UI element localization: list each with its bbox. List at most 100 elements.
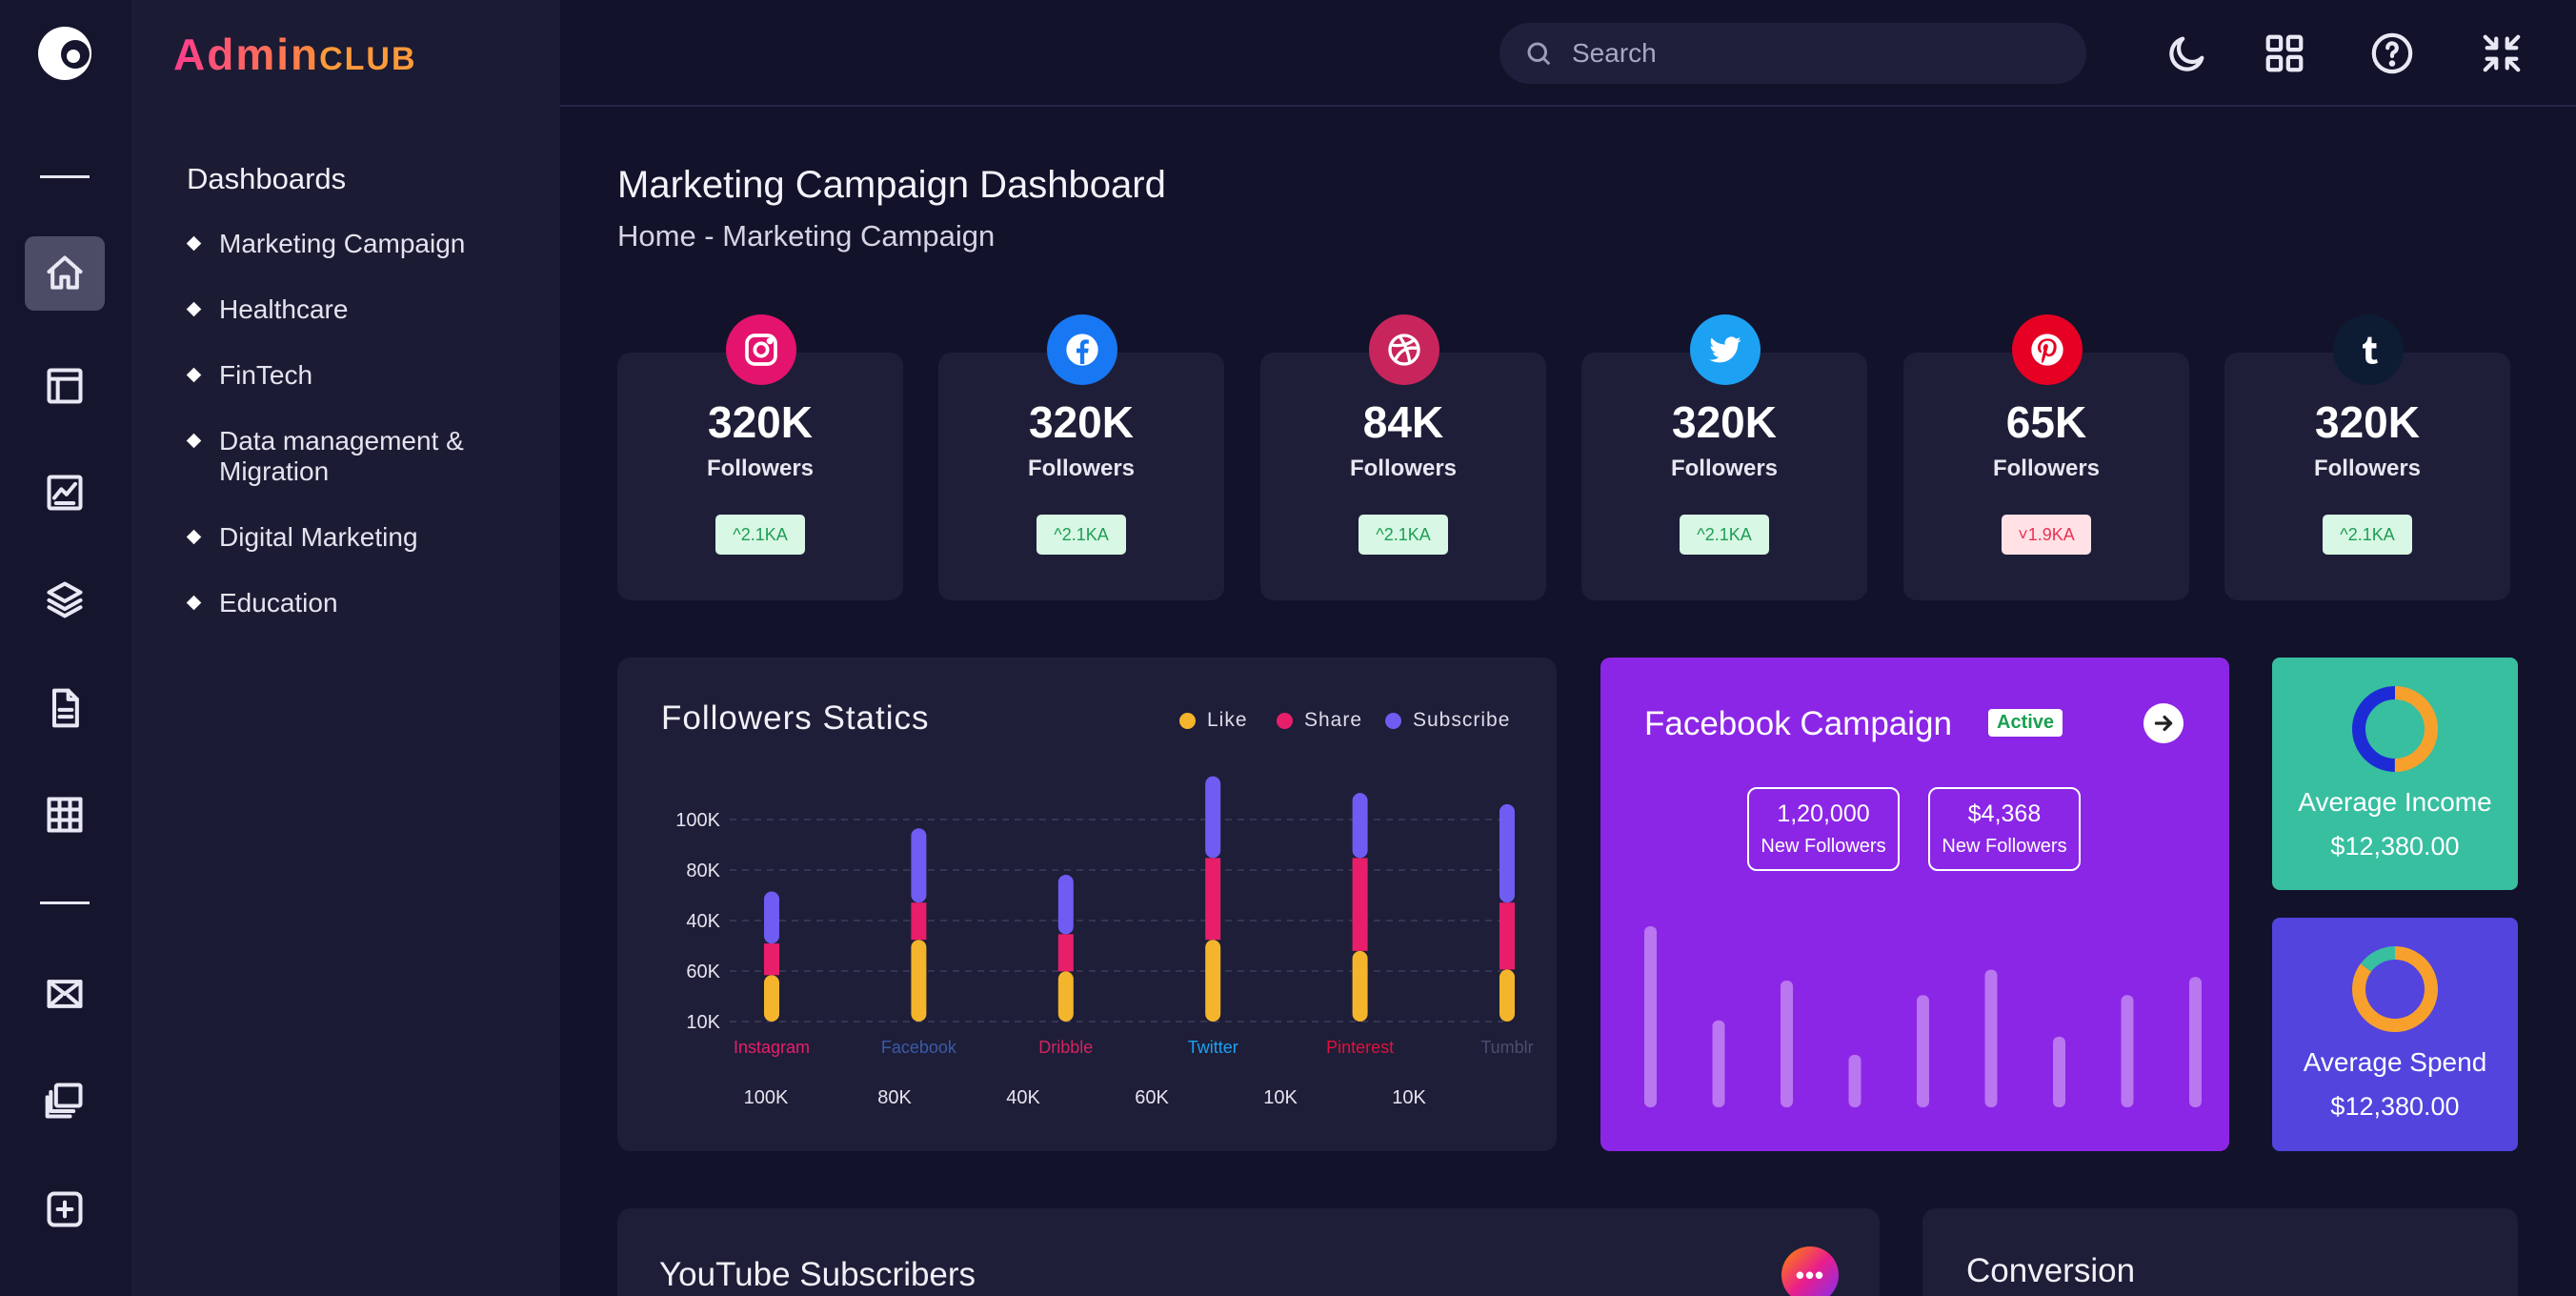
brand-logo[interactable]: AdminCLUB [173,29,417,80]
tumblr-icon [2333,314,2404,385]
facebook-bar [1917,995,1929,1107]
facebook-bar [1781,981,1793,1107]
bar-segment-like [1499,969,1515,1022]
x-category-label: Tumblr [1480,1038,1533,1057]
y-tick-label: 80K [686,861,720,881]
bottom-axis-label: 80K [877,1087,912,1108]
layers-icon[interactable] [25,562,105,637]
mail-icon[interactable] [25,957,105,1031]
sidebar-item-healthcare[interactable]: Healthcare [187,294,530,325]
follower-count: 84K [1362,397,1444,447]
trend-badge: ^2.1KA [1358,515,1448,555]
sidebar-item-fintech[interactable]: FinTech [187,360,530,391]
facebook-campaign-card: Facebook Campaign Active 1,20,000 New Fo… [1600,658,2229,1151]
bar-segment-like [764,975,779,1022]
dribbble-icon [1369,314,1439,385]
follower-label: Followers [2313,456,2422,481]
bar-segment-like [1352,950,1368,1022]
y-tick-label: 60K [686,962,720,982]
x-category-label: Instagram [734,1038,810,1057]
layout-icon[interactable] [25,349,105,423]
bottom-axis-label: 10K [1392,1087,1426,1108]
sidebar-item-education[interactable]: Education [187,588,530,618]
social-card-pinterest[interactable]: 65K Followers ˅1.9KA [1903,314,2189,600]
social-card-dribbble[interactable]: 84K Followers ^2.1KA [1260,314,1546,600]
search-icon [1527,42,1551,66]
average-income-value: $12,380.00 [2330,832,2460,861]
moon-icon[interactable] [2161,27,2214,80]
instagram-icon [726,314,796,385]
analytics-icon[interactable] [25,456,105,530]
follower-label: Followers [1992,456,2101,481]
bar-segment-subscribe [1499,803,1515,903]
follower-count: 65K [2005,397,2087,447]
follower-label: Followers [706,456,815,481]
rail-divider [40,175,90,178]
search-input[interactable] [1572,38,2067,69]
social-card-instagram[interactable]: 320K Followers ^2.1KA [617,314,903,600]
breadcrumb[interactable]: Home - Marketing Campaign [617,219,995,253]
bottom-axis-label: 40K [1006,1087,1040,1108]
gallery-icon[interactable] [25,1063,105,1138]
follower-count: 320K [708,397,813,447]
bottom-axis-label: 10K [1263,1087,1298,1108]
collapse-icon[interactable] [2475,27,2528,80]
bottom-axis-label: 100K [744,1087,789,1108]
apps-grid-icon[interactable] [2258,27,2311,80]
follower-count: 320K [2315,397,2420,447]
social-card-facebook[interactable]: 320K Followers ^2.1KA [938,314,1224,600]
facebook-bar [1848,1054,1862,1107]
sidebar-item-marketing-campaign[interactable]: Marketing Campaign [187,229,530,259]
youtube-subscribers-card: YouTube Subscribers ••• [617,1208,1880,1296]
document-icon[interactable] [25,671,105,745]
bar-segment-subscribe [764,891,779,944]
bar-segment-subscribe [1352,793,1368,859]
youtube-title: YouTube Subscribers [659,1256,976,1293]
conversion-title: Conversion [1966,1252,2136,1289]
follower-label: Followers [1349,456,1458,481]
bar-segment-subscribe [911,828,927,903]
sidebar-title: Dashboards [187,162,347,195]
average-spend-value: $12,380.00 [2330,1092,2460,1121]
bar-segment-like [911,940,927,1022]
x-category-label: Pinterest [1326,1038,1394,1057]
social-card-twitter[interactable]: 320K Followers ^2.1KA [1581,314,1867,600]
bar-segment-subscribe [1205,776,1221,859]
x-category-label: Dribble [1038,1038,1093,1057]
follower-label: Followers [1670,456,1779,481]
app-logo[interactable] [38,27,91,80]
bar-segment-subscribe [1057,874,1074,935]
bar-segment-like [1057,971,1074,1022]
bar-segment-share [911,902,927,941]
bottom-axis-label: 60K [1135,1087,1169,1108]
help-icon[interactable] [2365,27,2419,80]
icon-rail [0,0,131,1296]
more-options-button[interactable]: ••• [1781,1246,1839,1296]
table-icon[interactable] [25,778,105,852]
y-tick-label: 40K [686,911,720,932]
x-category-label: Facebook [881,1038,957,1057]
average-income-card[interactable]: Average Income $12,380.00 [2272,658,2518,890]
facebook-bar [1984,969,1998,1107]
y-tick-label: 100K [675,810,720,831]
pinterest-icon [2012,314,2083,385]
social-card-tumblr[interactable]: 320K Followers ^2.1KA [2224,314,2510,600]
bar-segment-share [1352,858,1368,951]
rail-divider [40,901,90,904]
y-tick-label: 10K [686,1012,720,1033]
income-donut [2352,686,2438,772]
facebook-bar [2053,1036,2065,1107]
follower-count: 320K [1029,397,1134,447]
spend-donut [2352,946,2438,1032]
average-spend-card[interactable]: Average Spend $12,380.00 [2272,918,2518,1151]
sidebar-menu: AdminCLUB Dashboards Marketing Campaign … [131,0,560,1296]
sidebar-list: Marketing Campaign Healthcare FinTech Da… [187,229,530,654]
home-icon[interactable] [25,236,105,311]
search-box[interactable] [1499,23,2086,84]
bar-segment-share [1205,858,1221,941]
conversion-card: Conversion [1922,1208,2518,1296]
sidebar-item-digital-marketing[interactable]: Digital Marketing [187,522,530,553]
add-icon[interactable] [25,1172,105,1246]
top-bar [560,0,2576,107]
sidebar-item-data-management[interactable]: Data management & Migration [187,426,530,487]
